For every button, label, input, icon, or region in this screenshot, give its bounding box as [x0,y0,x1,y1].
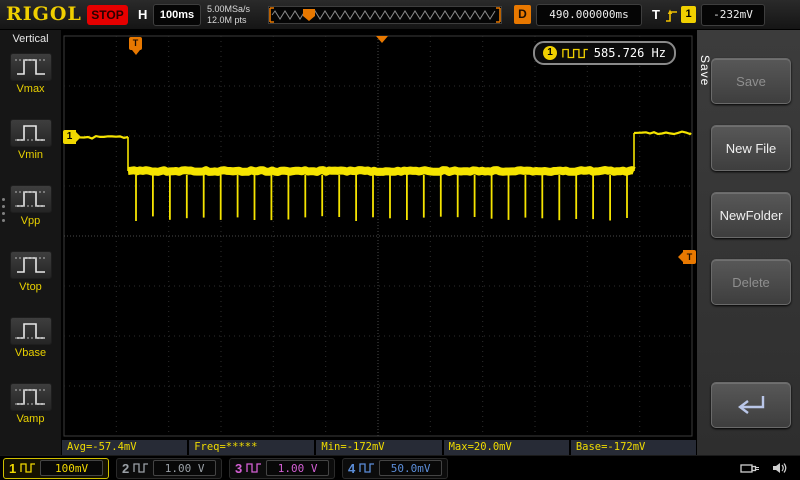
counter-value: 585.726 Hz [593,46,666,60]
coupling-icon [246,463,262,473]
sidebar-item-label: Vpp [20,215,41,227]
page-indicator-dots [2,198,5,222]
delay-value[interactable]: 490.000000ms [536,4,642,26]
channel-status-bar: 1 100mV 2 1.00 V 3 1.00 V 4 50.0mV [0,455,800,480]
softkey-menu: Save Save New File NewFolder Delete [696,30,800,455]
counter-channel-badge: 1 [543,46,557,60]
sidebar-item-label: Vamp [16,413,45,425]
channel-number: 2 [122,460,130,476]
trigger-level-value[interactable]: -232mV [701,4,765,26]
timebase-value[interactable]: 100ms [153,4,201,26]
vpp-icon [9,185,52,213]
waveform-overview [269,7,501,23]
channel-number: 4 [348,460,356,476]
menu-tab-save: Save [698,55,712,87]
measurement-max: Max=20.0mV [443,440,569,455]
measurement-base: Base=-172mV [570,440,697,455]
channel-2-status[interactable]: 2 1.00 V [116,457,222,479]
softkey-new-file[interactable]: New File [711,125,791,171]
channel-scale: 1.00 V [266,460,329,476]
measurement-bar: Avg=-57.4mV Freq=***** Min=-172mV Max=20… [62,440,697,455]
channel-3-status[interactable]: 3 1.00 V [229,457,335,479]
sidebar-item-vmax[interactable]: Vmax [0,48,61,114]
sample-rate: 5.00MSa/s [207,4,251,14]
channel-1-status[interactable]: 1 100mV [3,457,109,479]
vamp-icon [9,383,52,411]
speaker-icon[interactable] [772,461,788,475]
sidebar-item-label: Vtop [19,281,42,293]
trigger-level-marker[interactable]: T [678,250,696,264]
measurement-min: Min=-172mV [316,440,442,455]
channel-scale: 100mV [40,460,103,476]
sidebar-item-vamp[interactable]: Vamp [0,378,61,444]
trigger-position-marker[interactable]: T [129,37,142,55]
sidebar-item-vmin[interactable]: Vmin [0,114,61,180]
frequency-counter: 1 585.726 Hz [533,41,676,65]
memory-depth: 12.0M pts [207,15,247,25]
horizontal-position-bar[interactable] [268,6,502,24]
sidebar-item-vtop[interactable]: Vtop [0,246,61,312]
vmin-icon [9,119,52,147]
channel-scale: 50.0mV [379,460,442,476]
sidebar-item-label: Vmax [16,83,45,95]
rigol-logo: RIGOL [6,3,82,25]
horizontal-label[interactable]: H [138,7,147,22]
acquisition-info: 5.00MSa/s 12.0M pts [207,4,250,26]
sidebar-item-label: Vbase [14,347,47,359]
vtop-icon [9,251,52,279]
rising-edge-icon [666,9,677,22]
ch1-level-marker[interactable]: 1 [63,130,81,144]
coupling-icon [133,463,149,473]
softkey-delete[interactable]: Delete [711,259,791,305]
sidebar-item-label: Vmin [17,149,44,161]
measure-sidebar: Vertical Vmax Vmin Vpp Vtop Vbase Vamp [0,30,62,455]
channel-number: 3 [235,460,243,476]
waveform-display: 1 T T 1 585.726 Hz [62,30,696,440]
coupling-icon [20,463,36,473]
softkey-new-folder[interactable]: NewFolder [711,192,791,238]
vbase-icon [9,317,52,345]
measurement-avg: Avg=-57.4mV [62,440,188,455]
measurement-freq: Freq=***** [189,440,315,455]
delay-label: D [514,5,531,24]
channel-number: 1 [9,460,17,476]
softkey-back[interactable] [711,382,791,428]
square-wave-icon [562,48,588,58]
top-status-bar: RIGOL STOP H 100ms 5.00MSa/s 12.0M pts D… [0,0,800,30]
sidebar-title: Vertical [12,33,49,45]
status-icons [740,461,800,475]
trigger-source-badge[interactable]: 1 [681,6,696,23]
oscilloscope-screen: RIGOL STOP H 100ms 5.00MSa/s 12.0M pts D… [0,0,800,480]
usb-icon [740,463,759,473]
return-arrow-icon [738,396,765,414]
channel-scale: 1.00 V [153,460,216,476]
channel-4-status[interactable]: 4 50.0mV [342,457,448,479]
ch1-waveform [75,130,692,221]
trigger-label: T [652,7,660,22]
vmax-icon [9,53,52,81]
softkey-save[interactable]: Save [711,58,791,104]
sidebar-item-vbase[interactable]: Vbase [0,312,61,378]
delay-position-marker [376,36,388,43]
sidebar-item-vpp[interactable]: Vpp [0,180,61,246]
coupling-icon [359,463,375,473]
run-state-badge[interactable]: STOP [87,5,128,25]
